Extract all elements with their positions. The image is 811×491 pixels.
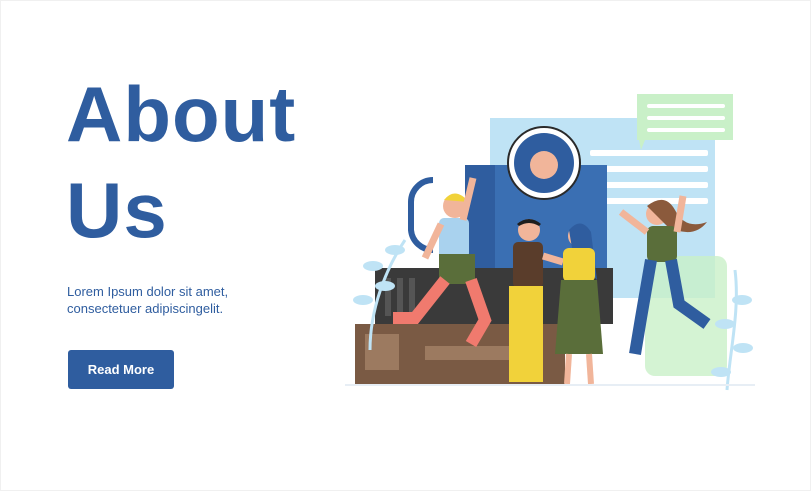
speech-bubble-line — [647, 104, 725, 108]
document-line — [590, 166, 708, 172]
team-celebration-illustration — [345, 94, 755, 391]
plant-leaf — [353, 295, 373, 305]
document-line — [590, 150, 708, 156]
device-slot — [397, 278, 403, 316]
description-line-2: consectetuer adipiscingelit. — [67, 301, 224, 316]
read-more-button[interactable]: Read More — [68, 350, 174, 389]
document-line — [590, 198, 708, 204]
speech-bubble-line — [647, 128, 725, 132]
plant-leaf — [733, 343, 753, 353]
profile-avatar-face — [530, 151, 558, 179]
description-line-1: Lorem Ipsum dolor sit amet, — [67, 284, 229, 299]
plant-leaf — [715, 319, 735, 329]
panel-handle — [408, 177, 434, 254]
plant-leaf — [385, 245, 405, 255]
plant-leaf — [732, 295, 752, 305]
title-line-about: About — [66, 70, 297, 158]
plant-leaf — [711, 367, 731, 377]
document-line — [590, 182, 708, 188]
page-title: About Us — [66, 66, 296, 258]
brown-box-slot — [425, 346, 515, 360]
speech-bubble-line — [647, 116, 725, 120]
plant-leaf — [375, 281, 395, 291]
description: Lorem Ipsum dolor sit amet, consectetuer… — [67, 283, 327, 317]
title-line-us: Us — [66, 166, 168, 254]
ground-line — [345, 384, 755, 386]
plant-leaf — [363, 261, 383, 271]
